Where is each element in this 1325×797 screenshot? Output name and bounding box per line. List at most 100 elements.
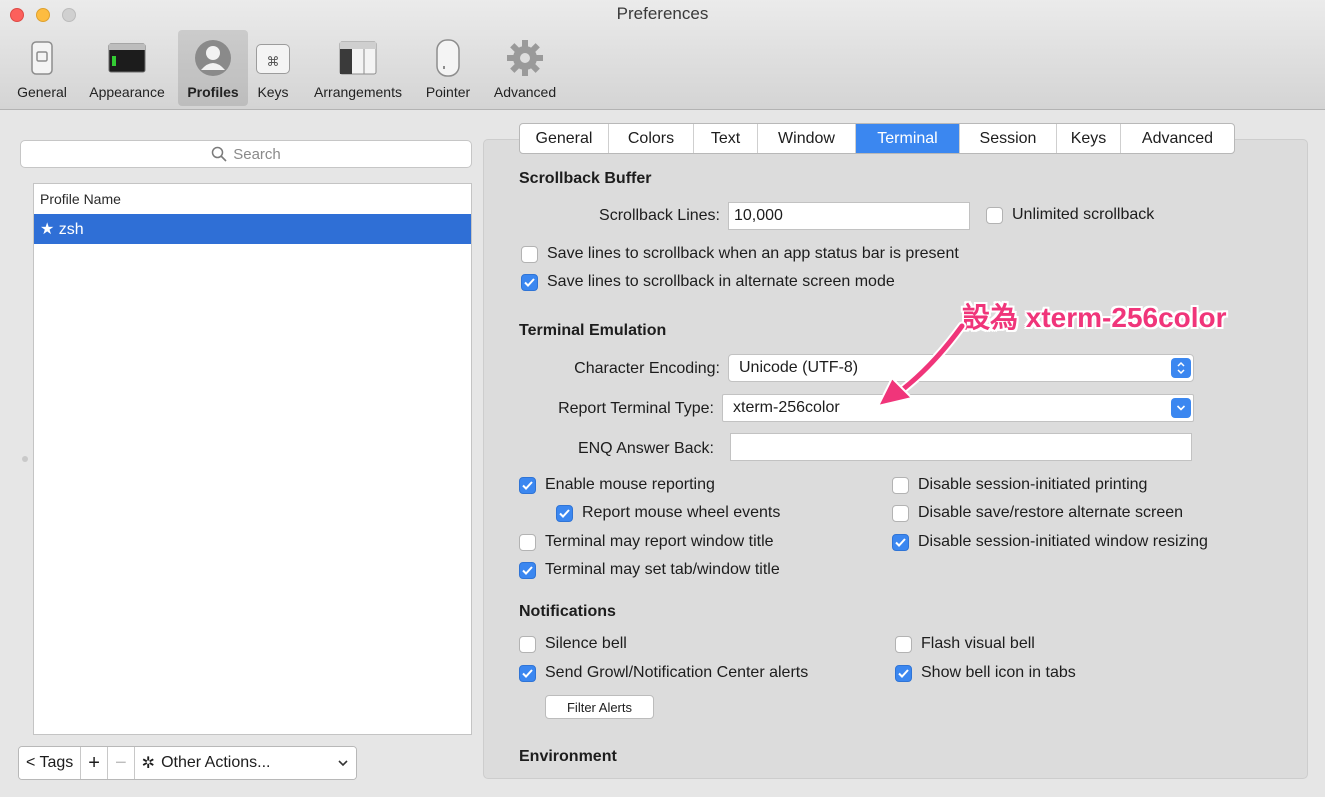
profile-list: Profile Name ★ zsh <box>33 183 472 735</box>
save-status-bar-checkbox[interactable]: Save lines to scrollback when an app sta… <box>521 245 959 263</box>
toolbar-keys[interactable]: ⌘ Keys <box>250 30 296 106</box>
disable-printing-label: Disable session-initiated printing <box>918 476 1148 493</box>
profile-row-zsh[interactable]: ★ zsh <box>34 214 471 244</box>
add-profile-button[interactable]: + <box>81 747 108 779</box>
general-switch-icon <box>22 38 62 78</box>
tab-session[interactable]: Session <box>960 124 1057 153</box>
keys-command-icon: ⌘ <box>253 38 293 78</box>
toolbar-pointer-label: Pointer <box>425 84 471 100</box>
toolbar-appearance-label: Appearance <box>89 84 165 100</box>
remove-profile-button[interactable]: − <box>107 747 135 779</box>
checkmark-icon <box>559 508 570 518</box>
character-encoding-label: Character Encoding: <box>574 360 720 377</box>
environment-heading: Environment <box>519 748 617 765</box>
window-toolbar: Preferences General Appearance Profiles … <box>0 0 1325 110</box>
report-mouse-wheel-box <box>556 504 573 522</box>
save-alternate-screen-box <box>521 273 538 291</box>
keys-glyph: ⌘ <box>256 44 290 74</box>
enable-mouse-reporting-label: Enable mouse reporting <box>545 476 715 493</box>
report-mouse-wheel-checkbox[interactable]: Report mouse wheel events <box>556 504 780 522</box>
disable-window-resizing-label: Disable session-initiated window resizin… <box>918 533 1208 550</box>
toolbar-arrangements[interactable]: Arrangements <box>304 30 412 106</box>
set-tab-window-title-box <box>519 561 536 579</box>
filter-alerts-button[interactable]: Filter Alerts <box>545 695 654 719</box>
set-tab-window-title-checkbox[interactable]: Terminal may set tab/window title <box>519 561 780 579</box>
set-tab-window-title-label: Terminal may set tab/window title <box>545 561 780 578</box>
toolbar-general-label: General <box>17 84 67 100</box>
silence-bell-checkbox[interactable]: Silence bell <box>519 635 627 653</box>
growl-alerts-checkbox[interactable]: Send Growl/Notification Center alerts <box>519 664 808 682</box>
unlimited-scrollback-box <box>986 206 1003 224</box>
toolbar-pointer[interactable]: Pointer <box>418 30 478 106</box>
disable-window-resizing-box <box>892 533 909 551</box>
checkmark-icon <box>522 668 533 678</box>
scrollback-heading: Scrollback Buffer <box>519 170 652 187</box>
save-alternate-screen-checkbox[interactable]: Save lines to scrollback in alternate sc… <box>521 273 895 291</box>
show-bell-icon-checkbox[interactable]: Show bell icon in tabs <box>895 664 1076 682</box>
profile-list-toolbar: < Tags + − ✲ Other Actions... <box>18 746 357 780</box>
splitter-handle[interactable] <box>22 456 28 462</box>
arrangements-window-icon <box>338 38 378 78</box>
growl-alerts-box <box>519 664 536 682</box>
tab-terminal[interactable]: Terminal <box>856 124 960 153</box>
toolbar-general[interactable]: General <box>10 30 74 106</box>
enable-mouse-reporting-checkbox[interactable]: Enable mouse reporting <box>519 476 715 494</box>
terminal-emulation-heading: Terminal Emulation <box>519 322 667 339</box>
checkmark-icon <box>522 565 533 575</box>
profile-tabs: General Colors Text Window Terminal Sess… <box>519 123 1235 154</box>
tab-text[interactable]: Text <box>694 124 758 153</box>
report-window-title-label: Terminal may report window title <box>545 533 774 550</box>
tab-window[interactable]: Window <box>758 124 856 153</box>
chevron-down-icon[interactable] <box>1171 398 1191 418</box>
disable-printing-box <box>892 476 909 494</box>
toolbar-keys-label: Keys <box>257 84 289 100</box>
tags-button[interactable]: < Tags <box>19 747 82 779</box>
appearance-window-icon <box>107 38 147 78</box>
tab-colors[interactable]: Colors <box>609 124 694 153</box>
unlimited-scrollback-label: Unlimited scrollback <box>1012 206 1155 223</box>
disable-printing-checkbox[interactable]: Disable session-initiated printing <box>892 476 1147 494</box>
enable-mouse-reporting-box <box>519 476 536 494</box>
flash-visual-bell-checkbox[interactable]: Flash visual bell <box>895 635 1035 653</box>
other-actions-label: Other Actions... <box>161 754 271 771</box>
checkmark-icon <box>898 668 909 678</box>
toolbar-arrangements-label: Arrangements <box>314 84 402 100</box>
notifications-heading: Notifications <box>519 603 616 620</box>
toolbar-advanced[interactable]: Advanced <box>484 30 566 106</box>
toolbar-profiles[interactable]: Profiles <box>178 30 248 106</box>
scrollback-lines-field[interactable]: 10,000 <box>728 202 970 230</box>
tab-advanced[interactable]: Advanced <box>1121 124 1234 153</box>
flash-visual-bell-box <box>895 635 912 653</box>
disable-window-resizing-checkbox[interactable]: Disable session-initiated window resizin… <box>892 533 1208 551</box>
annotation-callout: 設為 xterm-256color <box>962 302 1227 333</box>
unlimited-scrollback-checkbox[interactable]: Unlimited scrollback <box>986 206 1154 224</box>
flash-visual-bell-label: Flash visual bell <box>921 635 1035 652</box>
updown-chevron-icon <box>1171 358 1191 378</box>
character-encoding-value: Unicode (UTF-8) <box>739 359 859 376</box>
show-bell-icon-box <box>895 664 912 682</box>
save-status-bar-box <box>521 245 538 263</box>
gear-icon: ✲ <box>141 755 156 772</box>
report-terminal-type-label: Report Terminal Type: <box>558 400 714 417</box>
save-status-bar-label: Save lines to scrollback when an app sta… <box>547 245 959 262</box>
silence-bell-label: Silence bell <box>545 635 627 652</box>
checkmark-icon <box>522 480 533 490</box>
pointer-mouse-icon <box>428 38 468 78</box>
profile-search-field[interactable]: Search <box>20 140 472 168</box>
other-actions-menu[interactable]: ✲ Other Actions... <box>134 747 356 779</box>
enq-answer-back-field[interactable] <box>730 433 1192 461</box>
window-title: Preferences <box>616 4 709 23</box>
checkmark-icon <box>895 537 906 547</box>
search-placeholder: Search <box>233 145 281 163</box>
checkmark-icon <box>524 277 535 287</box>
scrollback-lines-label: Scrollback Lines: <box>599 207 720 224</box>
disable-alternate-screen-label: Disable save/restore alternate screen <box>918 504 1184 521</box>
tab-keys[interactable]: Keys <box>1057 124 1121 153</box>
profile-name-column-header[interactable]: Profile Name <box>34 184 471 214</box>
toolbar-appearance[interactable]: Appearance <box>80 30 174 106</box>
tab-general[interactable]: General <box>520 124 609 153</box>
report-window-title-checkbox[interactable]: Terminal may report window title <box>519 533 774 551</box>
disable-alternate-screen-checkbox[interactable]: Disable save/restore alternate screen <box>892 504 1183 522</box>
annotation-arrow-icon <box>876 321 967 408</box>
toolbar-profiles-label: Profiles <box>187 84 239 100</box>
